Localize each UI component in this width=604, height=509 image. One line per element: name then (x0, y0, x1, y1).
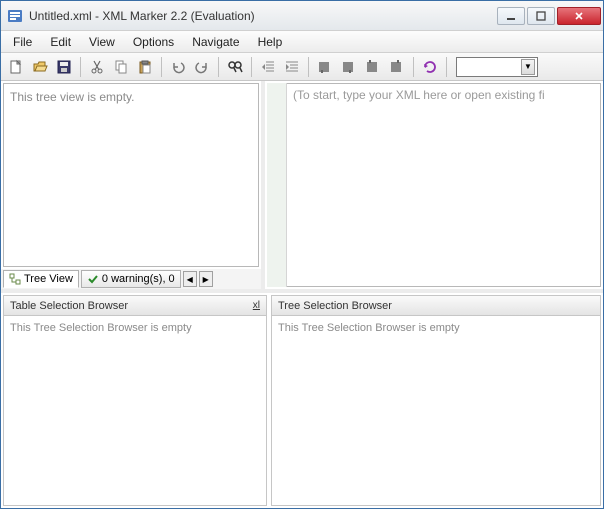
toolbar-separator (251, 57, 252, 77)
app-icon (7, 8, 23, 24)
close-button[interactable] (557, 7, 601, 25)
bookmark-4-button[interactable] (386, 56, 408, 78)
toolbar-separator (413, 57, 414, 77)
tree-selection-browser: Tree Selection Browser This Tree Selecti… (271, 295, 601, 506)
lower-panes: Table Selection Browser xl This Tree Sel… (1, 293, 603, 508)
application-window: Untitled.xml - XML Marker 2.2 (Evaluatio… (0, 0, 604, 509)
toolbar: ▼ (1, 53, 603, 81)
toolbar-separator (161, 57, 162, 77)
open-file-button[interactable] (29, 56, 51, 78)
table-selection-browser: Table Selection Browser xl This Tree Sel… (3, 295, 267, 506)
bookmark-3-button[interactable] (362, 56, 384, 78)
toolbar-separator (308, 57, 309, 77)
table-browser-empty: This Tree Selection Browser is empty (10, 322, 192, 334)
tab-label: Tree View (24, 273, 73, 285)
tab-tree-view[interactable]: Tree View (3, 270, 79, 288)
redo-button[interactable] (191, 56, 213, 78)
tab-strip: Tree View 0 warning(s), 0 ◀ ▶ (1, 269, 261, 289)
toolbar-separator (446, 57, 447, 77)
chevron-down-icon: ▼ (521, 59, 535, 75)
outdent-button[interactable] (257, 56, 279, 78)
menu-navigate[interactable]: Navigate (184, 33, 247, 51)
panel-title: Tree Selection Browser (278, 300, 392, 312)
toolbar-separator (80, 57, 81, 77)
refresh-button[interactable] (419, 56, 441, 78)
window-buttons (497, 7, 601, 25)
table-browser-body[interactable]: This Tree Selection Browser is empty (4, 316, 266, 505)
tree-empty-text: This tree view is empty. (10, 90, 134, 104)
indent-button[interactable] (281, 56, 303, 78)
menu-view[interactable]: View (81, 33, 123, 51)
paste-button[interactable] (134, 56, 156, 78)
workspace: This tree view is empty. Tree View 0 war… (1, 81, 603, 508)
minimize-button[interactable] (497, 7, 525, 25)
copy-button[interactable] (110, 56, 132, 78)
toolbar-combo[interactable]: ▼ (456, 57, 538, 77)
toolbar-separator (218, 57, 219, 77)
menu-file[interactable]: File (5, 33, 40, 51)
find-button[interactable] (224, 56, 246, 78)
xml-editor[interactable]: (To start, type your XML here or open ex… (287, 83, 601, 287)
tree-view-panel[interactable]: This tree view is empty. (3, 83, 259, 267)
cut-button[interactable] (86, 56, 108, 78)
tab-warnings[interactable]: 0 warning(s), 0 (81, 270, 181, 288)
tab-scroll-right[interactable]: ▶ (199, 271, 213, 287)
tab-label: 0 warning(s), 0 (102, 273, 175, 285)
check-icon (87, 273, 99, 285)
editor-gutter (267, 83, 287, 287)
menu-options[interactable]: Options (125, 33, 182, 51)
tree-browser-header: Tree Selection Browser (272, 296, 600, 316)
panel-title: Table Selection Browser (10, 300, 128, 312)
menubar: File Edit View Options Navigate Help (1, 31, 603, 53)
menu-help[interactable]: Help (250, 33, 291, 51)
menu-edit[interactable]: Edit (42, 33, 79, 51)
save-button[interactable] (53, 56, 75, 78)
bookmark-2-button[interactable] (338, 56, 360, 78)
bookmark-1-button[interactable] (314, 56, 336, 78)
pin-button[interactable]: xl (253, 300, 260, 311)
editor-placeholder: (To start, type your XML here or open ex… (293, 88, 545, 102)
titlebar[interactable]: Untitled.xml - XML Marker 2.2 (Evaluatio… (1, 1, 603, 31)
left-pane: This tree view is empty. Tree View 0 war… (1, 81, 265, 289)
tree-icon (9, 273, 21, 285)
undo-button[interactable] (167, 56, 189, 78)
tree-browser-empty: This Tree Selection Browser is empty (278, 322, 460, 334)
window-title: Untitled.xml - XML Marker 2.2 (Evaluatio… (29, 9, 497, 23)
tab-scroll-left[interactable]: ◀ (183, 271, 197, 287)
maximize-button[interactable] (527, 7, 555, 25)
right-pane: (To start, type your XML here or open ex… (265, 81, 603, 289)
tree-browser-body[interactable]: This Tree Selection Browser is empty (272, 316, 600, 505)
upper-panes: This tree view is empty. Tree View 0 war… (1, 81, 603, 293)
table-browser-header: Table Selection Browser xl (4, 296, 266, 316)
new-file-button[interactable] (5, 56, 27, 78)
